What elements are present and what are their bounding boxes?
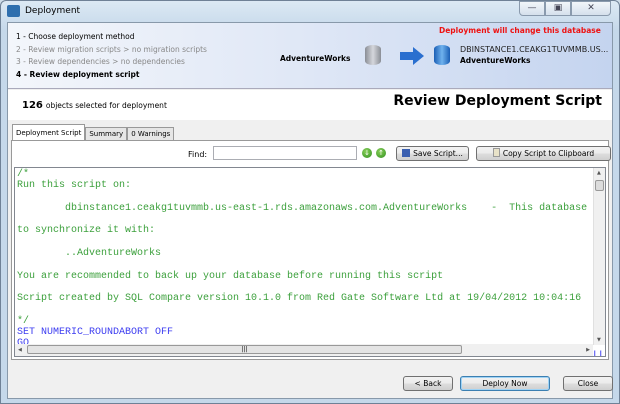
clipboard-icon xyxy=(492,148,500,157)
script-editor[interactable]: /* Run this script on: dbinstance1.ceakg… xyxy=(14,167,606,357)
close-button[interactable]: Close xyxy=(563,376,613,391)
app-icon xyxy=(7,5,20,17)
object-count: 126 objects selected for deployment xyxy=(22,100,167,111)
script-comment: /* Run this script on: dbinstance1.ceakg… xyxy=(17,169,605,327)
find-input[interactable] xyxy=(213,146,357,160)
page-title: Review Deployment Script xyxy=(393,93,602,109)
save-icon xyxy=(402,149,411,157)
tab-summary[interactable]: Summary xyxy=(85,127,128,141)
target-db-name: AdventureWorks xyxy=(460,56,531,65)
deployment-window: Deployment — ▣ ✕ 1 - Choose deployment m… xyxy=(0,0,620,404)
copy-script-button[interactable]: Copy Script to Clipboard xyxy=(476,146,611,161)
tab-deployment-script[interactable]: Deployment Script xyxy=(12,124,86,141)
maximize-button[interactable]: ▣ xyxy=(545,1,571,16)
deploy-now-button[interactable]: Deploy Now xyxy=(460,376,550,391)
title-bar: Deployment — ▣ ✕ xyxy=(1,1,619,23)
minimize-button[interactable]: — xyxy=(519,1,545,16)
step-3: 3 - Review dependencies > no dependencie… xyxy=(16,57,185,66)
tab-warnings[interactable]: 0 Warnings xyxy=(127,127,175,141)
horizontal-scrollbar[interactable]: ◀ ||| ▶ xyxy=(15,344,593,356)
tab-bar: Deployment Script Summary 0 Warnings xyxy=(12,124,175,141)
window-title: Deployment xyxy=(25,6,81,16)
find-previous-icon[interactable]: ↑ xyxy=(376,148,386,158)
target-server: DBINSTANCE1.CEAKG1TUVMMB.US... xyxy=(460,45,609,54)
vertical-scrollbar[interactable]: ▲ ▼ xyxy=(593,168,605,345)
source-db-name: AdventureWorks xyxy=(280,54,351,63)
find-label: Find: xyxy=(188,150,208,159)
find-next-icon[interactable]: ↓ xyxy=(362,148,372,158)
warning-text: Deployment will change this database xyxy=(439,26,601,35)
step-2: 2 - Review migration scripts > no migrat… xyxy=(16,44,207,54)
back-button[interactable]: < Back xyxy=(403,376,453,391)
target-database-icon xyxy=(434,45,450,65)
step-4: 4 - Review deployment script xyxy=(16,69,140,79)
step-1[interactable]: 1 - Choose deployment method xyxy=(16,31,207,44)
close-window-button[interactable]: ✕ xyxy=(571,1,611,16)
wizard-header: 1 - Choose deployment method 2 - Review … xyxy=(8,23,612,89)
source-database-icon xyxy=(365,45,381,65)
count-label: objects selected for deployment xyxy=(45,101,167,110)
save-script-button[interactable]: Save Script... xyxy=(396,146,469,161)
count-number: 126 xyxy=(22,100,43,111)
wizard-steps: 1 - Choose deployment method 2 - Review … xyxy=(16,31,207,81)
